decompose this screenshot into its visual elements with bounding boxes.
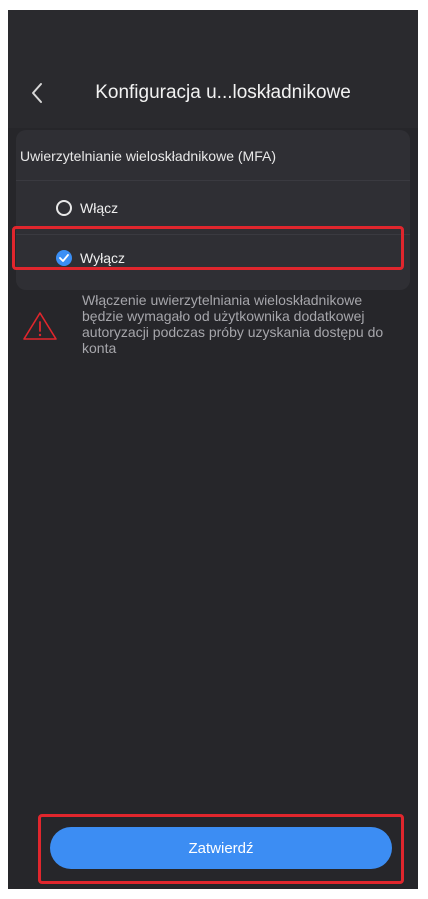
submit-button[interactable]: Zatwierdź (50, 827, 392, 869)
mfa-option-enable[interactable]: Włącz (16, 186, 410, 230)
divider (16, 180, 410, 181)
warning-text: Włączenie uwierzytelniania wieloskładnik… (82, 292, 384, 356)
back-button[interactable] (22, 78, 52, 108)
warning-triangle-icon (23, 312, 57, 340)
mfa-option-enable-label: Włącz (80, 200, 119, 216)
mfa-section-title: Uwierzytelnianie wieloskładnikowe (MFA) (20, 148, 276, 164)
navigation-bar: Konfiguracja u...loskładnikowe (8, 62, 418, 128)
chevron-left-icon (32, 83, 42, 103)
radio-unchecked-icon[interactable] (56, 200, 72, 216)
app-screen: Konfiguracja u...loskładnikowe Uwierzyte… (8, 10, 418, 889)
status-bar (8, 10, 418, 62)
page-title: Konfiguracja u...loskładnikowe (95, 82, 351, 103)
disable-option-highlight-frame (12, 226, 404, 270)
